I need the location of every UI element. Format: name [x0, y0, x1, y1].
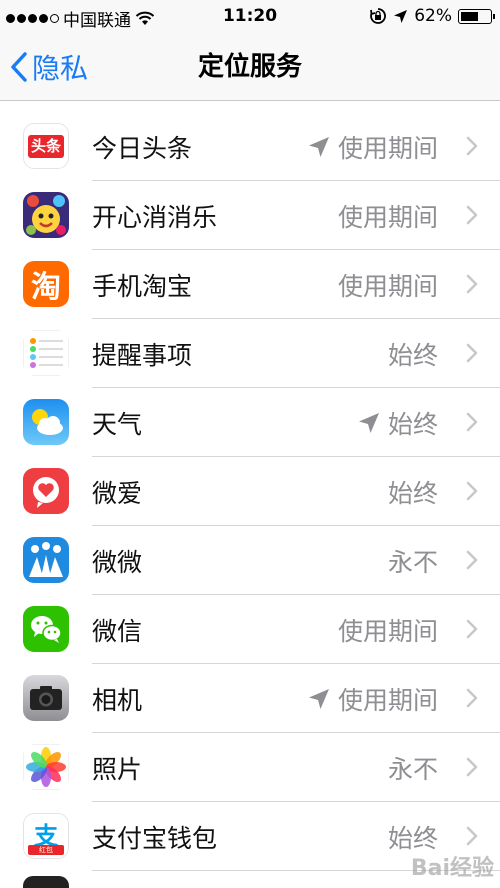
app-row[interactable]: 微信 使用期间 [0, 595, 500, 664]
chevron-right-icon [466, 688, 478, 708]
app-row[interactable]: 头条 今日头条 使用期间 [0, 112, 500, 181]
partial-app-icon [23, 876, 69, 888]
location-permission-status: 始终 [388, 336, 438, 372]
weiai-icon [23, 468, 69, 514]
location-permission-status: 永不 [388, 543, 438, 579]
location-permission-status: 使用期间 [338, 612, 438, 648]
app-name: 提醒事项 [92, 340, 193, 370]
battery-icon [458, 8, 495, 24]
chevron-right-icon [466, 412, 478, 432]
weather-icon [23, 399, 69, 445]
permission-value: 使用期间 [337, 271, 438, 301]
wechat-icon [23, 606, 69, 652]
chevron-right-icon [466, 550, 478, 570]
page-title: 定位服务 [197, 52, 302, 82]
battery-fill [461, 11, 478, 21]
reminders-icon [23, 330, 69, 376]
chevron-right-icon [466, 619, 478, 639]
location-permission-status: 始终 [388, 474, 438, 510]
app-row[interactable]: 照片 永不 [0, 733, 500, 802]
permission-value: 永不 [387, 547, 438, 577]
status-bar: 中国联通 11:20 62% [0, 0, 500, 34]
location-permission-status: 使用期间 [308, 129, 438, 165]
app-location-list: 头条 今日头条 使用期间 开心消消乐 使用期间淘手机淘宝 使用期间 提醒事项 始终 天气 始终 微爱… [0, 112, 500, 871]
chevron-right-icon [466, 205, 478, 225]
camera-icon [23, 675, 69, 721]
app-row[interactable]: 提醒事项 始终 [0, 319, 500, 388]
app-name: 天气 [92, 409, 143, 439]
alipay-icon: 支红包 [23, 813, 69, 859]
watermark: Bai经验 [410, 856, 494, 881]
permission-value: 永不 [387, 754, 438, 784]
location-arrow-icon [308, 688, 329, 709]
rotation-lock-icon [370, 8, 387, 24]
app-name: 照片 [92, 754, 143, 784]
status-right-group: 62% [369, 6, 495, 26]
permission-value: 始终 [387, 340, 438, 370]
location-permission-status: 使用期间 [338, 198, 438, 234]
app-row[interactable]: 微爱 始终 [0, 457, 500, 526]
app-row[interactable]: 开心消消乐 使用期间 [0, 181, 500, 250]
app-row[interactable]: 淘手机淘宝 使用期间 [0, 250, 500, 319]
app-name: 今日头条 [92, 133, 193, 163]
location-arrow-icon [394, 9, 408, 23]
app-row[interactable]: 天气 始终 [0, 388, 500, 457]
toutiao-icon: 头条 [23, 123, 69, 169]
location-permission-status: 使用期间 [338, 267, 438, 303]
location-permission-status: 永不 [388, 750, 438, 786]
app-row[interactable]: 微微 永不 [0, 526, 500, 595]
battery-percent: 62% [414, 6, 452, 26]
location-permission-status: 始终 [358, 405, 438, 441]
taobao-icon: 淘 [23, 261, 69, 307]
chevron-right-icon [466, 826, 478, 846]
app-name: 微微 [92, 547, 143, 577]
photos-icon [23, 744, 69, 790]
app-name: 微信 [92, 616, 143, 646]
permission-value: 使用期间 [337, 616, 438, 646]
location-permission-status: 使用期间 [308, 681, 438, 717]
app-name: 手机淘宝 [92, 271, 193, 301]
location-arrow-icon [308, 136, 329, 157]
chevron-right-icon [466, 757, 478, 777]
app-name: 微爱 [92, 478, 143, 508]
chevron-right-icon [466, 274, 478, 294]
chevron-right-icon [466, 136, 478, 156]
xiaoxiaole-icon [23, 192, 69, 238]
app-name: 相机 [92, 685, 143, 715]
permission-value: 始终 [387, 478, 438, 508]
permission-value: 使用期间 [337, 202, 438, 232]
toutiao-icon-text: 头条 [27, 134, 64, 158]
permission-value: 始终 [387, 409, 438, 439]
weiwei-icon [23, 537, 69, 583]
chevron-right-icon [466, 481, 478, 501]
app-name: 支付宝钱包 [92, 823, 218, 853]
location-arrow-icon [358, 412, 379, 433]
navigation-bar: 隐私 定位服务 [0, 34, 500, 101]
app-row[interactable]: 相机 使用期间 [0, 664, 500, 733]
permission-value: 使用期间 [337, 133, 438, 163]
app-name: 开心消消乐 [92, 202, 218, 232]
permission-value: 使用期间 [337, 685, 438, 715]
chevron-right-icon [466, 343, 478, 363]
